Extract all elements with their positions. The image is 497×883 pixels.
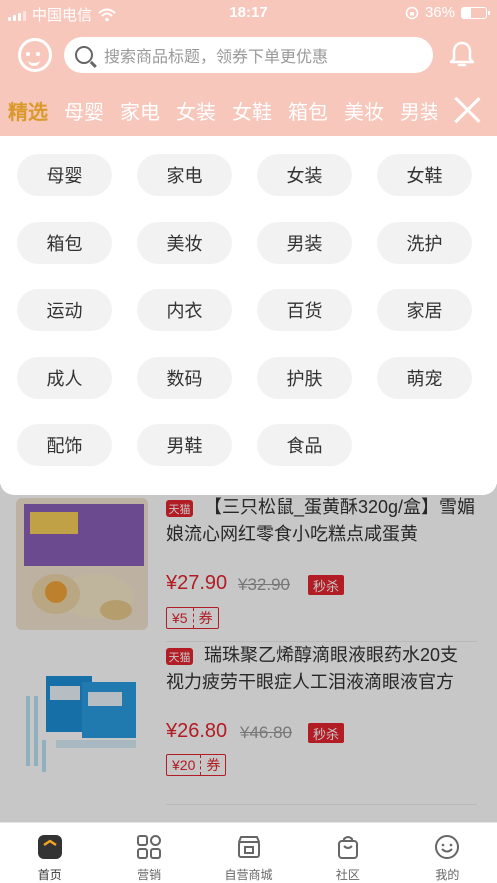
status-bar: 中国电信 18:17 36%: [0, 0, 497, 26]
category-chip[interactable]: 洗护: [377, 221, 472, 264]
category-chip[interactable]: 家居: [377, 289, 472, 331]
category-chip[interactable]: 家电: [137, 154, 232, 196]
search-icon: [75, 46, 93, 64]
store-icon: [237, 836, 260, 858]
profile-icon: [435, 835, 460, 859]
category-chip[interactable]: 护肤: [257, 356, 352, 399]
close-category-button[interactable]: [437, 84, 497, 136]
category-tab-strip: 精选 母婴 家电 女装 女鞋 箱包 美妆 男装: [8, 96, 440, 125]
category-tab[interactable]: 女鞋: [232, 96, 272, 125]
community-icon: [337, 836, 358, 859]
battery-level: [462, 7, 471, 18]
search-placeholder: 搜索商品标题，领券下单更优惠: [104, 49, 329, 66]
status-right: 36%: [405, 4, 490, 21]
nav-store[interactable]: 自营商城: [199, 823, 298, 883]
category-chip[interactable]: 内衣: [137, 289, 232, 331]
category-chip[interactable]: 女鞋: [377, 154, 472, 196]
category-chip[interactable]: 数码: [137, 356, 232, 399]
bottom-nav: 首页 营销 自营商城 社区 我的: [0, 822, 497, 883]
nav-profile[interactable]: 我的: [398, 823, 497, 883]
category-chip[interactable]: 男鞋: [137, 424, 232, 466]
nav-label: 社区: [335, 868, 360, 882]
category-chip[interactable]: 男装: [257, 221, 352, 264]
nav-community[interactable]: 社区: [298, 823, 397, 883]
search-input[interactable]: 搜索商品标题，领券下单更优惠: [64, 37, 433, 73]
category-tab[interactable]: 箱包: [288, 96, 328, 125]
close-icon: [452, 95, 482, 125]
battery-percent: 36%: [424, 4, 455, 21]
nav-marketing[interactable]: 营销: [99, 823, 198, 883]
category-chip[interactable]: 女装: [257, 154, 352, 196]
dim-overlay[interactable]: [0, 484, 497, 822]
category-chip[interactable]: 箱包: [17, 221, 112, 264]
category-tab[interactable]: 男装: [400, 96, 440, 125]
nav-home[interactable]: 首页: [0, 823, 99, 883]
header: 搜索商品标题，领券下单更优惠: [0, 26, 497, 84]
category-dropdown-panel: 母婴 家电 女装 女鞋箱包 美妆 男装 洗护运动 内衣 百货 家居成人 数码 护肤 萌宠配饰 男鞋 食品: [0, 136, 497, 495]
category-bar: 精选 母婴 家电 女装 女鞋 箱包 美妆 男装: [0, 84, 497, 136]
bell-icon[interactable]: [449, 40, 475, 68]
category-chip[interactable]: 运动: [17, 289, 112, 331]
grid-icon: [137, 835, 162, 859]
category-chip[interactable]: 母婴: [17, 154, 112, 196]
nav-label: 首页: [37, 868, 62, 882]
category-chip[interactable]: 配饰: [17, 424, 112, 466]
category-chip[interactable]: 成人: [17, 356, 112, 399]
category-chip[interactable]: 美妆: [137, 221, 232, 264]
category-tab[interactable]: 女装: [176, 96, 216, 125]
category-tab[interactable]: 家电: [120, 96, 160, 125]
category-chip[interactable]: 萌宠: [377, 356, 472, 399]
service-avatar-icon[interactable]: [18, 38, 52, 72]
nav-label: 营销: [137, 868, 162, 882]
category-chip[interactable]: 百货: [257, 289, 352, 331]
rotation-lock-icon: [405, 6, 419, 19]
battery-icon: [461, 6, 490, 19]
home-icon: [37, 835, 62, 859]
nav-label: 自营商城: [224, 868, 273, 882]
tab-featured[interactable]: 精选: [8, 96, 48, 125]
category-chip[interactable]: 食品: [257, 424, 352, 466]
nav-label: 我的: [435, 868, 460, 882]
category-tab[interactable]: 母婴: [64, 96, 104, 125]
category-tab[interactable]: 美妆: [344, 96, 384, 125]
